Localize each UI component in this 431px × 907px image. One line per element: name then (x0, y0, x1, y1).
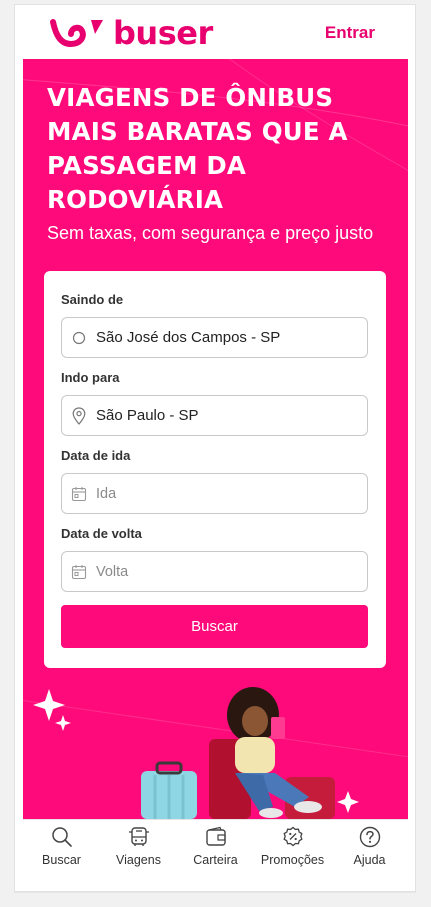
nav-item-promocoes[interactable]: Promoções (254, 820, 331, 869)
destination-field[interactable]: São Paulo - SP (61, 395, 368, 436)
nav-label: Buscar (42, 853, 81, 867)
departure-date-placeholder: Ida (96, 485, 117, 502)
search-form-card: Saindo de São José dos Campos - SP Indo … (44, 271, 386, 668)
bus-icon (128, 825, 150, 849)
bottom-navigation: Buscar Viagens Carteira Promoções Ajuda (23, 819, 408, 869)
calendar-icon (62, 486, 96, 502)
frame-edge (14, 892, 416, 893)
nav-item-ajuda[interactable]: Ajuda (331, 820, 408, 869)
nav-item-carteira[interactable]: Carteira (177, 820, 254, 869)
origin-value: São José dos Campos - SP (96, 329, 281, 346)
search-button[interactable]: Buscar (61, 605, 368, 648)
nav-item-viagens[interactable]: Viagens (100, 820, 177, 869)
hero-section: VIAGENS DE ÔNIBUS MAIS BARATAS QUE A PAS… (23, 59, 408, 819)
departure-date-label: Data de ida (61, 448, 131, 463)
return-date-label: Data de volta (61, 526, 142, 541)
brand-wordmark: buser (113, 14, 213, 52)
buser-logo[interactable]: buser (49, 13, 213, 53)
nav-label: Viagens (116, 853, 161, 867)
calendar-icon (62, 564, 96, 580)
origin-label: Saindo de (61, 292, 124, 307)
app-screen: buser Entrar VIAGENS DE ÔNIBUS MAIS BARA… (14, 4, 416, 892)
origin-field[interactable]: São José dos Campos - SP (61, 317, 368, 358)
nav-label: Promoções (260, 853, 325, 867)
return-date-field[interactable]: Volta (61, 551, 368, 592)
departure-date-field[interactable]: Ida (61, 473, 368, 514)
destination-value: São Paulo - SP (96, 407, 199, 424)
traveler-illustration (33, 687, 359, 819)
radio-circle-icon (62, 331, 96, 345)
return-date-placeholder: Volta (96, 563, 129, 580)
nav-label: Carteira (193, 853, 238, 867)
help-icon (359, 825, 381, 849)
nav-item-buscar[interactable]: Buscar (23, 820, 100, 869)
map-pin-icon (62, 406, 96, 425)
hero-headline: VIAGENS DE ÔNIBUS MAIS BARATAS QUE A PAS… (47, 83, 348, 214)
suitcase-blue (141, 761, 197, 819)
top-header: buser Entrar (15, 5, 415, 59)
search-icon (51, 825, 73, 849)
buser-logo-icon (50, 19, 103, 48)
discount-badge-icon (282, 825, 304, 849)
wallet-icon (205, 825, 227, 849)
nav-label: Ajuda (353, 853, 386, 867)
login-link[interactable]: Entrar (325, 23, 375, 43)
hero-subtitle: Sem taxas, com segurança e preço justo (47, 223, 374, 243)
destination-label: Indo para (61, 370, 120, 385)
